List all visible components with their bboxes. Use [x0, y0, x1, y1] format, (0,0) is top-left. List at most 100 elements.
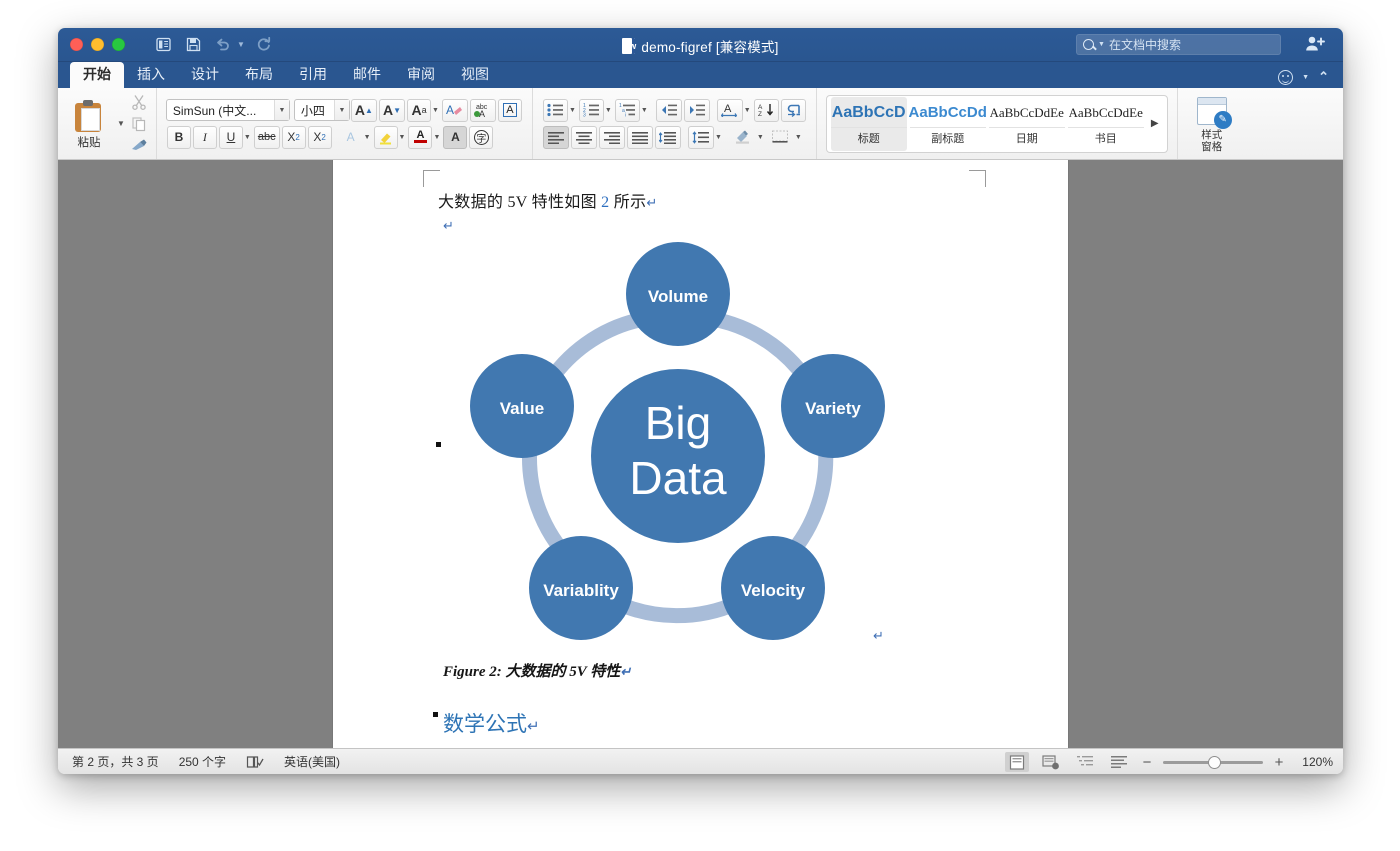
font-name-caret[interactable]: ▼ — [273, 100, 289, 120]
smiley-dropdown-caret[interactable]: ▼ — [1302, 74, 1309, 81]
word-count[interactable]: 250 个字 — [179, 753, 226, 770]
clear-formatting-button[interactable]: A — [441, 98, 468, 122]
bold-button[interactable]: B — [166, 125, 191, 149]
superscript-button[interactable]: X2 — [307, 125, 332, 149]
distribute-icon[interactable] — [654, 125, 681, 149]
language-indicator[interactable]: 英语(美国) — [284, 753, 340, 770]
page-info[interactable]: 第 2 页，共 3 页 — [72, 753, 159, 770]
style-card-bibliography[interactable]: AaBbCcDdEe 书目 — [1067, 97, 1144, 151]
character-border-button[interactable]: A — [497, 98, 522, 122]
body-paragraph[interactable]: 大数据的 5V 特性如图 2 所示↵ — [438, 188, 658, 212]
zoom-slider-knob[interactable] — [1208, 755, 1221, 769]
increase-indent-icon[interactable] — [683, 98, 710, 122]
font-color-button[interactable]: A — [408, 125, 433, 149]
line-spacing-caret[interactable]: ▼ — [715, 134, 722, 141]
subscript-button[interactable]: X2 — [281, 125, 306, 149]
font-row-1: SimSun (中文... ▼ 小四 ▼ A ▲ A ▼ Aa ▼ A abc … — [165, 98, 523, 122]
strikethrough-button[interactable]: abc — [253, 125, 280, 149]
grow-font-button[interactable]: A ▲ — [350, 98, 377, 122]
tab-review[interactable]: 审阅 — [394, 62, 448, 88]
tab-references[interactable]: 引用 — [286, 62, 340, 88]
phonetic-guide-button[interactable]: abc A — [469, 98, 496, 122]
borders-icon[interactable] — [767, 126, 794, 149]
search-dropdown-caret[interactable]: ▼ — [1098, 41, 1105, 48]
underline-caret[interactable]: ▼ — [244, 134, 251, 141]
paste-dropdown-caret[interactable]: ▼ — [117, 119, 125, 128]
align-right-icon[interactable] — [598, 125, 625, 149]
character-shading-button[interactable]: A — [443, 125, 468, 149]
sort-icon[interactable]: AZ — [753, 98, 779, 122]
search-input[interactable]: ▼ 在文档中搜索 — [1076, 34, 1281, 55]
zoom-level[interactable]: 120% — [1295, 755, 1333, 769]
numbered-list-icon[interactable]: 123 — [578, 98, 604, 122]
enclose-character-button[interactable]: 字 — [469, 125, 494, 149]
highlight-color-button[interactable] — [373, 125, 398, 149]
proofing-icon[interactable] — [246, 755, 264, 769]
bullet-list-caret[interactable]: ▼ — [569, 107, 576, 114]
tab-insert[interactable]: 插入 — [124, 62, 178, 88]
print-layout-view-button[interactable] — [1005, 752, 1029, 772]
smiley-icon[interactable] — [1278, 69, 1294, 85]
highlight-caret[interactable]: ▼ — [399, 134, 406, 141]
asian-layout-caret[interactable]: ▼ — [744, 107, 751, 114]
asian-layout-icon[interactable]: A — [716, 98, 743, 122]
font-size-combo[interactable]: 小四 ▼ — [293, 99, 350, 121]
styles-more-arrow-icon[interactable]: ▶ — [1147, 97, 1163, 151]
shrink-font-button[interactable]: A ▼ — [378, 98, 406, 122]
line-spacing-icon[interactable] — [687, 125, 714, 149]
figure-caption[interactable]: Figure 2: 大数据的 5V 特性↵ — [443, 660, 631, 681]
numbered-list-caret[interactable]: ▼ — [605, 107, 612, 114]
change-case-button[interactable]: Aa — [407, 98, 432, 122]
tab-mailings[interactable]: 邮件 — [340, 62, 394, 88]
collapse-ribbon-icon[interactable]: ⌃ — [1318, 69, 1329, 85]
change-case-caret[interactable]: ▼ — [432, 107, 439, 114]
document-page[interactable]: 大数据的 5V 特性如图 2 所示↵ ↵ Big Data Volume Var… — [333, 160, 1068, 748]
svg-text:Variablity: Variablity — [543, 581, 619, 600]
zoom-slider[interactable] — [1163, 755, 1263, 769]
style-card-date[interactable]: AaBbCcDdEe 日期 — [988, 97, 1065, 151]
text-effects-button[interactable]: A — [339, 126, 363, 149]
style-preview: AaBbCcD — [831, 103, 906, 121]
font-size-caret[interactable]: ▼ — [333, 100, 349, 120]
underline-button[interactable]: U — [218, 125, 243, 149]
italic-button[interactable]: I — [192, 125, 217, 149]
multilevel-list-caret[interactable]: ▼ — [641, 107, 648, 114]
zoom-out-button[interactable]: − — [1141, 754, 1153, 771]
bullet-list-icon[interactable] — [542, 98, 568, 122]
justify-icon[interactable] — [626, 125, 653, 149]
copy-icon[interactable] — [127, 114, 151, 134]
shading-caret[interactable]: ▼ — [757, 134, 764, 141]
style-card-subtitle[interactable]: AaBbCcDd 副标题 — [909, 97, 987, 151]
font-color-caret[interactable]: ▼ — [433, 134, 440, 141]
text-effects-caret[interactable]: ▼ — [364, 134, 371, 141]
figure-big-data-5v[interactable]: Big Data Volume Variety Velocity Variabl… — [448, 236, 908, 656]
format-painter-icon[interactable] — [127, 136, 151, 156]
decrease-indent-icon[interactable] — [655, 98, 682, 122]
style-preview: AaBbCcDdEe — [989, 104, 1064, 120]
borders-caret[interactable]: ▼ — [795, 134, 802, 141]
style-card-title[interactable]: AaBbCcD 标题 — [830, 96, 907, 151]
cut-icon[interactable] — [127, 92, 151, 112]
show-formatting-marks-icon[interactable] — [780, 98, 806, 122]
web-layout-view-button[interactable] — [1039, 752, 1063, 772]
font-name-combo[interactable]: SimSun (中文... ▼ — [165, 99, 290, 121]
draft-view-button[interactable] — [1107, 752, 1131, 772]
paste-button[interactable]: 粘贴 — [63, 97, 115, 150]
empty-paragraph[interactable]: ↵ — [443, 217, 454, 235]
section-heading[interactable]: 数学公式↵ — [443, 708, 540, 738]
zoom-in-button[interactable]: + — [1273, 754, 1285, 771]
align-left-icon[interactable] — [542, 125, 569, 149]
tab-layout[interactable]: 布局 — [232, 62, 286, 88]
document-canvas[interactable]: 大数据的 5V 特性如图 2 所示↵ ↵ Big Data Volume Var… — [58, 160, 1343, 748]
multilevel-list-icon[interactable]: 1ai — [614, 98, 640, 122]
align-center-icon[interactable] — [570, 125, 597, 149]
styles-pane-button[interactable]: ✎ 样式 窗格 — [1183, 95, 1241, 153]
tab-design[interactable]: 设计 — [178, 62, 232, 88]
tab-view[interactable]: 视图 — [448, 62, 502, 88]
tab-home[interactable]: 开始 — [70, 62, 124, 88]
svg-text:A: A — [446, 103, 454, 117]
outline-view-button[interactable] — [1073, 752, 1097, 772]
shading-icon[interactable] — [730, 126, 756, 149]
section-heading-text: 数学公式 — [443, 712, 527, 736]
add-user-icon[interactable] — [1305, 35, 1325, 57]
